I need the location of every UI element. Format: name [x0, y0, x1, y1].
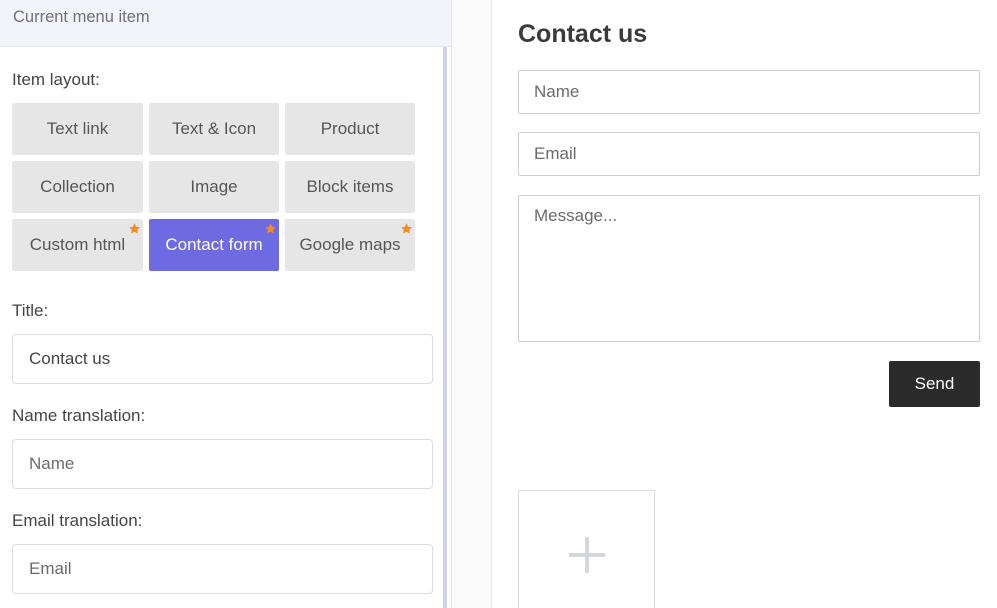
email-translation-input[interactable]	[12, 544, 433, 594]
layout-option-text-link[interactable]: Text link	[12, 103, 143, 155]
preview-email-input[interactable]	[518, 132, 980, 176]
layout-option-label: Custom html	[29, 235, 126, 254]
name-translation-label: Name translation:	[12, 406, 146, 425]
layout-option-contact-form[interactable]: Contact form	[149, 219, 279, 271]
layout-option-label: Product	[320, 119, 380, 138]
layout-option-label: Google maps	[299, 235, 401, 254]
layout-option-label: Image	[190, 177, 238, 196]
preview-title: Contact us	[518, 20, 648, 48]
scrollbar[interactable]	[443, 47, 447, 608]
layout-option-label: Block items	[306, 177, 394, 196]
layout-option-label: Collection	[40, 177, 115, 196]
panel-header: Current menu item	[0, 0, 451, 47]
layout-option-label: Text & Icon	[171, 119, 257, 138]
send-button[interactable]: Send	[889, 361, 980, 407]
layout-option-product[interactable]: Product	[285, 103, 415, 155]
item-layout-label: Item layout:	[12, 70, 100, 89]
menu-item-panel: Current menu item Item layout: Text link…	[0, 0, 452, 608]
add-item-tile[interactable]	[518, 490, 655, 608]
preview-message-input[interactable]	[518, 195, 980, 342]
name-translation-input[interactable]	[12, 439, 433, 489]
plus-icon	[568, 537, 605, 573]
title-label: Title:	[12, 301, 49, 320]
email-translation-label: Email translation:	[12, 511, 143, 530]
layout-option-label: Contact form	[165, 235, 263, 254]
star-icon	[129, 223, 140, 234]
layout-option-google-maps[interactable]: Google maps	[285, 219, 415, 271]
title-input[interactable]	[12, 334, 433, 384]
star-icon	[265, 223, 276, 234]
layout-option-image[interactable]: Image	[149, 161, 279, 213]
layout-option-block-items[interactable]: Block items	[285, 161, 415, 213]
panel-divider	[452, 0, 491, 608]
preview-name-input[interactable]	[518, 70, 980, 114]
star-icon	[401, 223, 412, 234]
contact-form-preview: Contact us Send	[491, 0, 997, 608]
layout-option-custom-html[interactable]: Custom html	[12, 219, 143, 271]
layout-option-text-icon[interactable]: Text & Icon	[149, 103, 279, 155]
layout-option-collection[interactable]: Collection	[12, 161, 143, 213]
layout-option-label: Text link	[46, 119, 109, 138]
layout-options: Text link Text & Icon Product Collection…	[12, 103, 416, 271]
